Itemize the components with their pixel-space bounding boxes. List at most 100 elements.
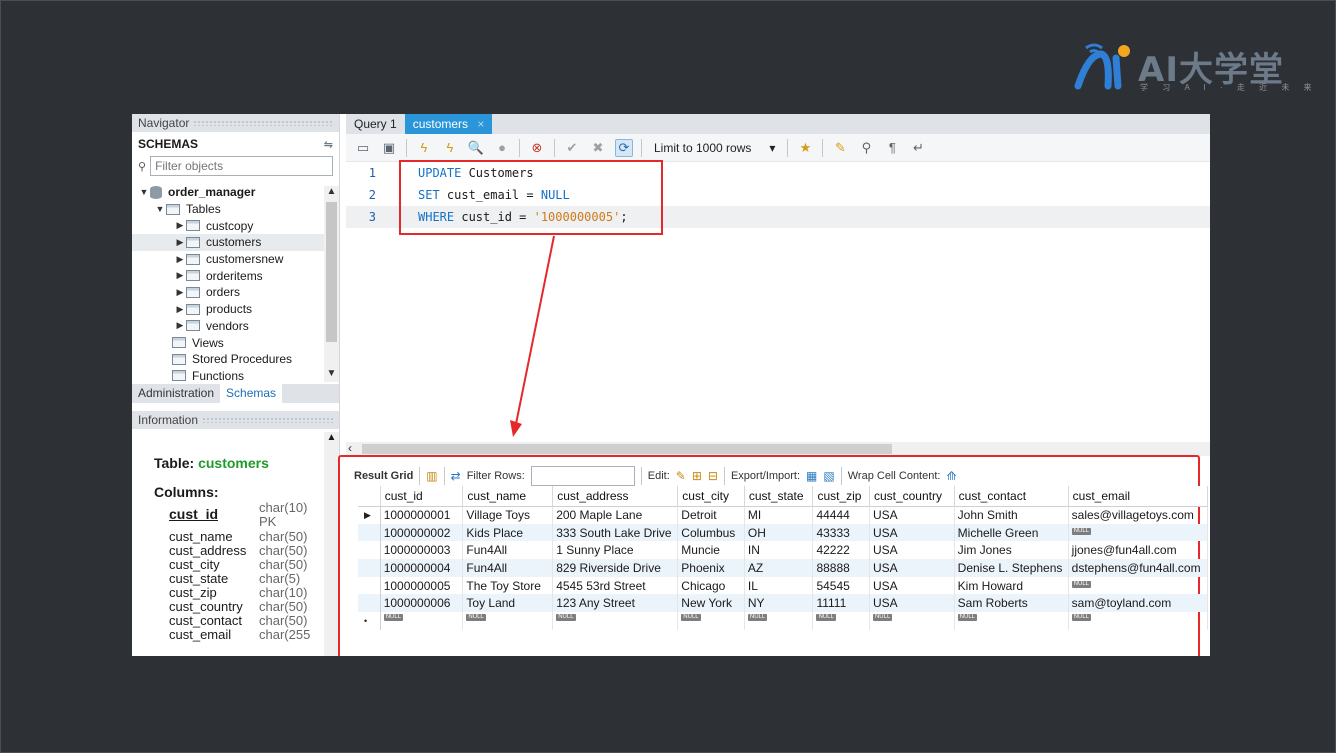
table-row[interactable]: 1000000006 Toy Land 123 Any Street New York… bbox=[358, 594, 1209, 613]
add-row-icon[interactable]: ⊞ bbox=[692, 469, 702, 483]
grid-cell[interactable]: USA bbox=[869, 523, 955, 542]
autocommit-icon[interactable]: ⟳ bbox=[615, 138, 633, 157]
info-scrollbar[interactable]: ▲ bbox=[324, 432, 339, 656]
grid-cell[interactable]: 1 Sunny Place bbox=[552, 541, 679, 560]
save-icon[interactable]: ▣ bbox=[380, 139, 398, 157]
new-row-marker-icon[interactable]: • bbox=[358, 612, 381, 630]
grid-cell[interactable]: sales@villagetoys.com bbox=[1068, 506, 1209, 524]
row-header[interactable] bbox=[358, 594, 381, 613]
collapse-arrow-icon[interactable]: ▶ bbox=[174, 254, 186, 265]
grid-cell[interactable]: 333 South Lake Drive bbox=[552, 523, 679, 542]
grid-cell[interactable]: NULL bbox=[869, 612, 955, 630]
grid-cell[interactable]: 88888 bbox=[812, 559, 870, 577]
scroll-up-icon[interactable]: ▲ bbox=[324, 186, 339, 200]
invisible-chars-icon[interactable]: ¶ bbox=[883, 139, 901, 157]
tree-table-customers[interactable]: ▶ customers bbox=[132, 234, 324, 251]
tree-table-orderitems[interactable]: ▶ orderitems bbox=[132, 267, 324, 284]
grid-cell[interactable]: Village Toys bbox=[462, 506, 554, 524]
column-header[interactable]: cust_id bbox=[380, 486, 464, 507]
grid-cell[interactable]: 11111 bbox=[812, 594, 870, 613]
tree-schema-order-manager[interactable]: ▼ order_manager bbox=[132, 184, 324, 201]
grid-cell[interactable]: 1000000004 bbox=[380, 559, 464, 577]
row-header[interactable] bbox=[358, 523, 381, 542]
commit-icon[interactable]: ✔ bbox=[563, 139, 581, 157]
add-snippet-icon[interactable]: ★ bbox=[796, 139, 814, 157]
table-row[interactable]: 1000000004 Fun4All 829 Riverside Drive Phoe… bbox=[358, 559, 1209, 577]
column-header[interactable]: cust_name bbox=[462, 486, 554, 507]
new-row[interactable]: • NULL NULL NULL NULL NULL NULL NULL NULL NULL bbox=[358, 612, 1209, 630]
row-header[interactable] bbox=[358, 576, 381, 595]
grid-cell[interactable]: IL bbox=[744, 576, 814, 595]
import-icon[interactable]: ▧ bbox=[823, 469, 834, 483]
grid-cell[interactable]: The Toy Store bbox=[462, 576, 554, 595]
grid-cell[interactable]: 43333 bbox=[812, 523, 870, 542]
grid-cell[interactable]: NULL bbox=[380, 612, 464, 630]
column-header[interactable]: cust_zip bbox=[812, 486, 870, 507]
grid-cell[interactable]: Denise L. Stephens bbox=[954, 559, 1069, 577]
tab-administration[interactable]: Administration bbox=[132, 384, 220, 403]
expand-arrow-icon[interactable]: ▼ bbox=[154, 204, 166, 214]
grid-cell[interactable]: NULL bbox=[677, 612, 745, 630]
row-header[interactable] bbox=[358, 541, 381, 560]
scroll-thumb[interactable] bbox=[326, 202, 337, 342]
tree-table-orders[interactable]: ▶ orders bbox=[132, 284, 324, 301]
toggle-error-icon[interactable]: ⊗ bbox=[528, 139, 546, 157]
open-file-icon[interactable]: ▭ bbox=[354, 139, 372, 157]
scroll-left-icon[interactable]: ‹ bbox=[348, 441, 352, 455]
form-view-icon[interactable]: ▥ bbox=[426, 469, 437, 483]
grid-cell[interactable]: 829 Riverside Drive bbox=[552, 559, 679, 577]
grid-cell[interactable]: 42222 bbox=[812, 541, 870, 560]
tree-table-vendors[interactable]: ▶ vendors bbox=[132, 318, 324, 335]
table-row[interactable]: 1000000005 The Toy Store 4545 53rd Street C… bbox=[358, 576, 1209, 595]
grid-cell[interactable]: Columbus bbox=[677, 523, 745, 542]
tree-table-customersnew[interactable]: ▶ customersnew bbox=[132, 251, 324, 268]
grid-cell[interactable]: dstephens@fun4all.com bbox=[1068, 559, 1209, 577]
scroll-down-icon[interactable]: ▼ bbox=[324, 368, 339, 382]
refresh-icon[interactable]: ⇋ bbox=[324, 138, 333, 151]
grid-cell[interactable]: Fun4All bbox=[462, 559, 554, 577]
tab-customers[interactable]: customers × bbox=[404, 114, 493, 134]
grid-cell[interactable]: Detroit bbox=[677, 506, 745, 524]
grid-cell[interactable]: Fun4All bbox=[462, 541, 554, 560]
grid-cell[interactable]: NULL bbox=[462, 612, 554, 630]
close-icon[interactable]: × bbox=[477, 117, 484, 131]
grid-cell[interactable]: 1000000002 bbox=[380, 523, 464, 542]
rollback-icon[interactable]: ✖ bbox=[589, 139, 607, 157]
stop-icon[interactable]: ● bbox=[493, 139, 511, 157]
grid-cell[interactable]: 1000000006 bbox=[380, 594, 464, 613]
result-grid-label[interactable]: Result Grid bbox=[354, 470, 413, 482]
grid-cell[interactable]: 54545 bbox=[812, 576, 870, 595]
grid-cell[interactable]: Sam Roberts bbox=[954, 594, 1069, 613]
grid-cell[interactable]: 4545 53rd Street bbox=[552, 576, 679, 595]
refresh-icon[interactable]: ⇄ bbox=[451, 469, 461, 483]
explain-icon[interactable]: 🔍 bbox=[467, 139, 485, 157]
execute-icon[interactable]: ϟ bbox=[415, 139, 433, 157]
grid-cell[interactable]: USA bbox=[869, 541, 955, 560]
filter-objects-input[interactable] bbox=[150, 156, 333, 176]
grid-cell[interactable]: NULL bbox=[954, 612, 1069, 630]
grid-cell[interactable]: New York bbox=[677, 594, 745, 613]
tree-views[interactable]: Views bbox=[132, 334, 324, 351]
grid-cell[interactable]: Chicago bbox=[677, 576, 745, 595]
grid-cell[interactable]: sam@toyland.com bbox=[1068, 594, 1209, 613]
collapse-arrow-icon[interactable]: ▶ bbox=[174, 270, 186, 281]
grid-cell[interactable]: 44444 bbox=[812, 506, 870, 524]
scroll-thumb[interactable] bbox=[362, 444, 892, 454]
grid-cell[interactable]: NULL bbox=[1068, 612, 1209, 630]
table-row[interactable]: ▶ 1000000001 Village Toys 200 Maple Lane Det… bbox=[358, 506, 1209, 524]
wrap-icon[interactable]: ⟰ bbox=[946, 469, 956, 483]
expand-arrow-icon[interactable]: ▼ bbox=[138, 187, 150, 197]
collapse-arrow-icon[interactable]: ▶ bbox=[174, 304, 186, 315]
collapse-arrow-icon[interactable]: ▶ bbox=[174, 320, 186, 331]
grid-cell[interactable]: USA bbox=[869, 576, 955, 595]
tab-query-1[interactable]: Query 1 bbox=[346, 114, 405, 134]
grid-cell[interactable]: Muncie bbox=[677, 541, 745, 560]
row-header[interactable] bbox=[358, 559, 381, 577]
table-row[interactable]: 1000000002 Kids Place 333 South Lake Drive… bbox=[358, 523, 1209, 542]
grid-cell[interactable]: NULL bbox=[812, 612, 870, 630]
grid-cell[interactable]: jjones@fun4all.com bbox=[1068, 541, 1209, 560]
scroll-up-icon[interactable]: ▲ bbox=[324, 432, 339, 443]
column-header[interactable]: cust_city bbox=[677, 486, 745, 507]
current-row-marker-icon[interactable]: ▶ bbox=[358, 506, 381, 524]
tree-scrollbar[interactable]: ▲ ▼ bbox=[324, 186, 339, 382]
